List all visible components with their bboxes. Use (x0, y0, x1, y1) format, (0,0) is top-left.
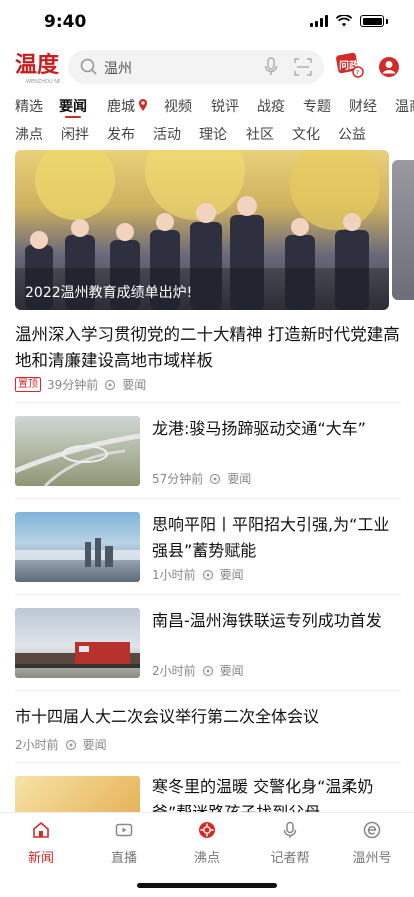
location-pin-icon (139, 99, 147, 111)
svg-text:WENZHOU NEWS: WENZHOU NEWS (26, 79, 60, 85)
tab-live[interactable]: 直播 (89, 821, 159, 866)
divider (15, 762, 401, 763)
svg-text:温度: 温度 (15, 52, 60, 78)
voice-search-icon[interactable] (264, 57, 278, 77)
article-channel: 要闻 (122, 378, 147, 392)
divider (15, 690, 401, 691)
battery-icon (360, 15, 384, 27)
signal-icon (310, 15, 328, 27)
channel-icon (210, 473, 221, 484)
tab-channel[interactable]: 专题 (303, 96, 331, 116)
tab-wenzhou-account[interactable]: 温州号 (337, 821, 407, 866)
tab-channel[interactable]: 活动 (153, 124, 181, 144)
search-icon (80, 58, 97, 75)
article-channel: 要闻 (219, 568, 244, 582)
tab-channel[interactable]: 视频 (164, 96, 192, 116)
status-bar: 9:40 (0, 0, 414, 44)
tab-channel[interactable]: 文化 (292, 124, 320, 144)
channel-icon (202, 665, 213, 676)
home-indicator (137, 883, 277, 888)
svg-text:?: ? (356, 69, 360, 77)
wifi-icon (336, 15, 352, 27)
article-time: 57分钟前 (152, 472, 204, 486)
tab-label: 直播 (110, 851, 137, 866)
lead-article-meta: 置顶 39分钟前 要闻 (15, 376, 146, 393)
status-time: 9:40 (44, 12, 87, 32)
banner-next-slide[interactable] (392, 160, 414, 300)
article-thumbnail[interactable] (15, 512, 140, 582)
divider (15, 594, 401, 595)
article-meta: 2小时前 要闻 (152, 662, 244, 679)
scan-icon[interactable] (294, 58, 312, 76)
divider (15, 402, 401, 403)
article-thumbnail[interactable] (15, 608, 140, 678)
article-time: 2小时前 (15, 738, 59, 752)
tab-channel[interactable]: 沸点 (15, 124, 43, 144)
channel-row-2: 沸点 闲拌 发布 活动 理论 社区 文化 公益 (0, 122, 414, 148)
article-time: 2小时前 (152, 664, 196, 678)
channel-icon (202, 569, 213, 580)
tab-label: 沸点 (193, 851, 220, 866)
article-title[interactable]: 龙港:骏马扬蹄驱动交通“大车” (152, 416, 402, 442)
channel-icon (65, 739, 76, 750)
active-tab-indicator (65, 116, 81, 118)
tab-channel-active[interactable]: 要闻 (59, 96, 87, 116)
home-icon (33, 821, 49, 838)
article-time: 1小时前 (152, 568, 196, 582)
article-time: 39分钟前 (47, 378, 99, 392)
article-thumbnail[interactable] (15, 416, 140, 486)
tab-channel[interactable]: 财经 (349, 96, 377, 116)
mic-icon (283, 821, 297, 838)
hotspot-icon (199, 822, 215, 838)
divider (15, 498, 401, 499)
tab-news[interactable]: 新闻 (6, 821, 76, 866)
article-meta: 57分钟前 要闻 (152, 470, 251, 487)
e-icon (363, 821, 381, 839)
article-channel: 要闻 (82, 738, 107, 752)
ask-government-icon[interactable]: 问政 ? (334, 52, 364, 80)
tab-channel[interactable]: 发布 (107, 124, 135, 144)
channel-row-1: 精选 要闻 鹿城 视频 锐评 战疫 专题 财经 温商 (0, 94, 414, 120)
article-channel: 要闻 (227, 472, 252, 486)
banner-carousel[interactable]: 2022温州教育成绩单出炉! (15, 150, 389, 310)
tab-label: 温州号 (352, 851, 392, 866)
tab-label: 记者帮 (270, 851, 310, 866)
tab-channel[interactable]: 理论 (199, 124, 227, 144)
tab-channel[interactable]: 社区 (246, 124, 274, 144)
logo-mark-icon: 温度 WENZHOU NEWS (15, 52, 69, 85)
tab-label: 新闻 (27, 851, 54, 866)
tab-channel[interactable]: 温商 (395, 96, 414, 116)
app-logo[interactable]: 温度 WENZHOU NEWS (14, 48, 69, 86)
channel-icon (105, 379, 116, 390)
article-title[interactable]: 南昌-温州海铁联运专列成功首发 (152, 608, 402, 634)
profile-icon[interactable] (378, 56, 400, 78)
lead-article-title[interactable]: 温州深入学习贯彻党的二十大精神 打造新时代党建高地和清廉建设高地市域样板 (15, 322, 401, 374)
article-meta: 1小时前 要闻 (152, 566, 244, 583)
tab-channel[interactable]: 锐评 (211, 96, 239, 116)
status-icons (310, 15, 388, 27)
tab-hotspot[interactable]: 沸点 (172, 821, 242, 866)
article-channel: 要闻 (219, 664, 244, 678)
banner-caption: 2022温州教育成绩单出炉! (25, 285, 193, 301)
tab-channel[interactable]: 战疫 (257, 96, 285, 116)
tab-reporter-help[interactable]: 记者帮 (255, 821, 325, 866)
search-bar[interactable]: 温州 (68, 50, 324, 84)
tv-icon (115, 823, 133, 837)
tab-channel[interactable]: 鹿城 (107, 96, 135, 116)
search-input[interactable]: 温州 (104, 58, 132, 78)
header: 温度 WENZHOU NEWS 温州 问政 ? (0, 44, 414, 90)
article-meta: 2小时前 要闻 (15, 736, 107, 753)
tab-channel[interactable]: 闲拌 (61, 124, 89, 144)
pinned-badge: 置顶 (15, 377, 41, 392)
article-title[interactable]: 市十四届人大二次会议举行第二次全体会议 (15, 704, 401, 730)
tab-channel[interactable]: 公益 (338, 124, 366, 144)
tab-channel[interactable]: 精选 (15, 96, 43, 116)
article-title[interactable]: 思响平阳丨平阳招大引强,为“工业强县”蓄势赋能 (152, 512, 402, 564)
